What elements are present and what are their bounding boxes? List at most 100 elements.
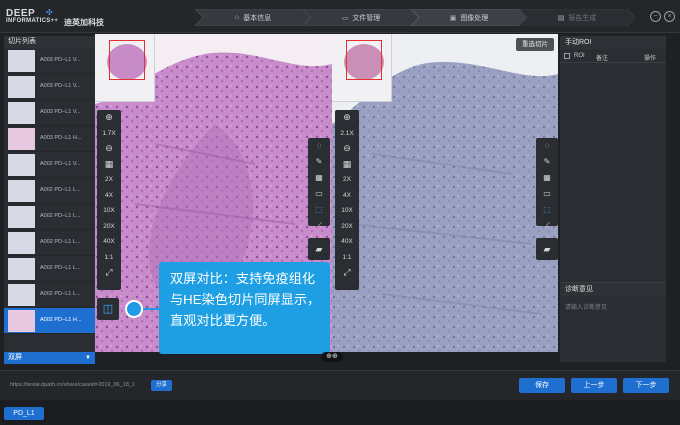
zoom-in-icon[interactable]: ⊕ bbox=[97, 110, 121, 126]
share-button[interactable]: 分享 bbox=[151, 380, 173, 391]
rectangle-icon[interactable]: ▭ bbox=[536, 186, 558, 202]
pdl1-minimap[interactable] bbox=[332, 34, 392, 102]
fit-window-icon[interactable]: ▦ bbox=[97, 157, 121, 173]
view-mode-label: 双屏 bbox=[8, 354, 22, 361]
view-mode-select[interactable]: 双屏 ▼ bbox=[4, 352, 95, 364]
slide-thumbnail bbox=[8, 284, 35, 306]
slide-item[interactable]: A002 PD−L1 V... bbox=[4, 152, 95, 178]
slide-item[interactable]: A002 PD−L1 L... bbox=[4, 230, 95, 256]
slide-thumbnail bbox=[8, 128, 35, 150]
slide-item[interactable]: A003 PD−L1 V... bbox=[4, 74, 95, 100]
step-label: 文件管理 bbox=[352, 14, 381, 22]
step-label: 图像处理 bbox=[460, 14, 489, 22]
zoom-out-icon[interactable]: ⊖ bbox=[335, 141, 359, 157]
reselect-slide-button[interactable]: 重选切片 bbox=[516, 38, 554, 51]
link-sync-icon[interactable]: ⊕⊕ bbox=[321, 352, 343, 362]
minimap-viewport[interactable] bbox=[109, 40, 145, 80]
slide-thumbnail bbox=[8, 76, 35, 98]
step-report-generation[interactable]: ▤ 报告生成 bbox=[519, 9, 635, 26]
slide-item[interactable]: A002 PD−L1 L... bbox=[4, 178, 95, 204]
step-basic-info[interactable]: ⌂ 基本信息 bbox=[195, 9, 311, 26]
slide-item[interactable]: A002 PD−L1 L... bbox=[4, 256, 95, 282]
diagnosis-input[interactable]: 请输入诊断意见 bbox=[560, 296, 666, 317]
ruler-icon[interactable]: ⟋ bbox=[536, 218, 558, 234]
zoom-level-button[interactable]: 2X bbox=[335, 172, 359, 188]
step-label: 基本信息 bbox=[243, 14, 272, 22]
brush-icon[interactable]: ✎ bbox=[308, 154, 330, 170]
save-button[interactable]: 保存 bbox=[519, 378, 565, 393]
fullscreen-icon[interactable]: ⤢ bbox=[97, 265, 121, 281]
select-pointer-icon[interactable]: ⬚ bbox=[536, 202, 558, 218]
slide-label: A002 PD−L1 L... bbox=[40, 213, 81, 219]
tab-pd-l1[interactable]: PD_L1 bbox=[4, 407, 44, 420]
slide-label: A003 PD−L1 V... bbox=[40, 83, 81, 89]
zoom-level-button[interactable]: 4X bbox=[97, 188, 121, 204]
app-window: DEEP ✣ INFORMATICS++ 迪英加科技 ⌂ 基本信息 ▭ 文件管理 ▣… bbox=[0, 0, 680, 425]
slide-item[interactable]: A003 PD−L1 V... bbox=[4, 100, 95, 126]
share-url: https://testai.dpath.cn/share/caseid=201… bbox=[10, 382, 135, 388]
col-action: 操作 bbox=[644, 56, 657, 62]
slide-list: A003 PD−L1 V... A003 PD−L1 V... A003 PD−… bbox=[4, 48, 95, 334]
folder-icon[interactable]: ▰ bbox=[308, 238, 330, 260]
folder-icon[interactable]: ▰ bbox=[536, 238, 558, 260]
slide-item[interactable]: A003 PD−L1 H... bbox=[4, 126, 95, 152]
slide-item[interactable]: A003 PD−L1 V... bbox=[4, 48, 95, 74]
ruler-icon[interactable]: ⟋ bbox=[308, 218, 330, 234]
close-icon[interactable]: × bbox=[664, 11, 675, 22]
viewer-pdl1[interactable]: 重选切片 bbox=[332, 34, 558, 352]
zoom-level-button[interactable]: 20X bbox=[97, 219, 121, 235]
step-file-management[interactable]: ▭ 文件管理 bbox=[303, 9, 419, 26]
chevron-down-icon: ▼ bbox=[85, 355, 91, 361]
minimap-viewport[interactable] bbox=[346, 40, 382, 80]
zoom-level-button[interactable]: 10X bbox=[97, 203, 121, 219]
next-step-button[interactable]: 下一步 bbox=[623, 378, 669, 393]
tab-bar: PD_L1 bbox=[0, 401, 680, 425]
feature-callout: 双屏对比：支持免疫组化与HE染色切片同屏显示，直观对比更方便。 bbox=[159, 262, 330, 354]
zoom-level-button[interactable]: 2X bbox=[97, 172, 121, 188]
zoom-level-button[interactable]: 40X bbox=[335, 234, 359, 250]
slide-label: A002 PD−L1 V... bbox=[40, 161, 81, 167]
slide-item[interactable]: A002 PD−L1 L... bbox=[4, 282, 95, 308]
zoom-level-button[interactable]: 1:1 bbox=[97, 250, 121, 266]
step-label: 报告生成 bbox=[568, 14, 597, 22]
eye-off-icon[interactable]: ◌ bbox=[536, 138, 558, 154]
fit-window-icon[interactable]: ▦ bbox=[335, 157, 359, 173]
zoom-level-button[interactable]: 40X bbox=[97, 234, 121, 250]
logo: DEEP ✣ INFORMATICS++ 迪英加科技 bbox=[6, 8, 126, 28]
dual-screen-icon[interactable]: ◫ bbox=[97, 298, 119, 320]
roi-panel-title: 手动ROI bbox=[560, 36, 666, 49]
fullscreen-icon[interactable]: ⤢ bbox=[335, 265, 359, 281]
zoom-level-button[interactable]: 4X bbox=[335, 188, 359, 204]
rectangle-icon[interactable]: ▭ bbox=[308, 186, 330, 202]
slide-thumbnail bbox=[8, 180, 35, 202]
slide-label: A002 PD−L1 L... bbox=[40, 265, 81, 271]
pdl1-tool-column: ◌ ✎ ▦ ▭ ⬚ ⟋ bbox=[536, 138, 558, 230]
slide-item-active[interactable]: A002 PD−L1 H... bbox=[4, 308, 95, 334]
zoom-level-button[interactable]: 10X bbox=[335, 203, 359, 219]
he-minimap[interactable] bbox=[95, 34, 155, 102]
prev-step-button[interactable]: 上一步 bbox=[571, 378, 617, 393]
grid-icon[interactable]: ▦ bbox=[308, 170, 330, 186]
step-image-processing[interactable]: ▣ 图像处理 bbox=[411, 9, 527, 26]
brush-icon[interactable]: ✎ bbox=[536, 154, 558, 170]
grid-icon[interactable]: ▦ bbox=[536, 170, 558, 186]
zoom-in-icon[interactable]: ⊕ bbox=[335, 110, 359, 126]
zoom-level-button[interactable]: 20X bbox=[335, 219, 359, 235]
diagnosis-panel: 诊断意见 请输入诊断意见 bbox=[560, 282, 666, 362]
slide-label: A003 PD−L1 V... bbox=[40, 109, 81, 115]
callout-marker bbox=[125, 300, 143, 318]
zoom-level-button[interactable]: 1:1 bbox=[335, 250, 359, 266]
folder-icon: ▭ bbox=[341, 14, 349, 22]
select-all-checkbox[interactable] bbox=[564, 53, 570, 59]
minimize-icon[interactable]: − bbox=[650, 11, 661, 22]
slide-label: A003 PD−L1 H... bbox=[40, 135, 82, 141]
select-pointer-icon[interactable]: ⬚ bbox=[308, 202, 330, 218]
slide-thumbnail bbox=[8, 258, 35, 280]
slide-thumbnail bbox=[8, 206, 35, 228]
slide-label: A003 PD−L1 V... bbox=[40, 57, 81, 63]
he-tool-column: ◌ ✎ ▦ ▭ ⬚ ⟋ bbox=[308, 138, 330, 230]
eye-off-icon[interactable]: ◌ bbox=[308, 138, 330, 154]
zoom-out-icon[interactable]: ⊖ bbox=[97, 141, 121, 157]
slide-list-panel: 切片列表 A003 PD−L1 V... A003 PD−L1 V... A00… bbox=[4, 36, 95, 364]
slide-item[interactable]: A002 PD−L1 L... bbox=[4, 204, 95, 230]
